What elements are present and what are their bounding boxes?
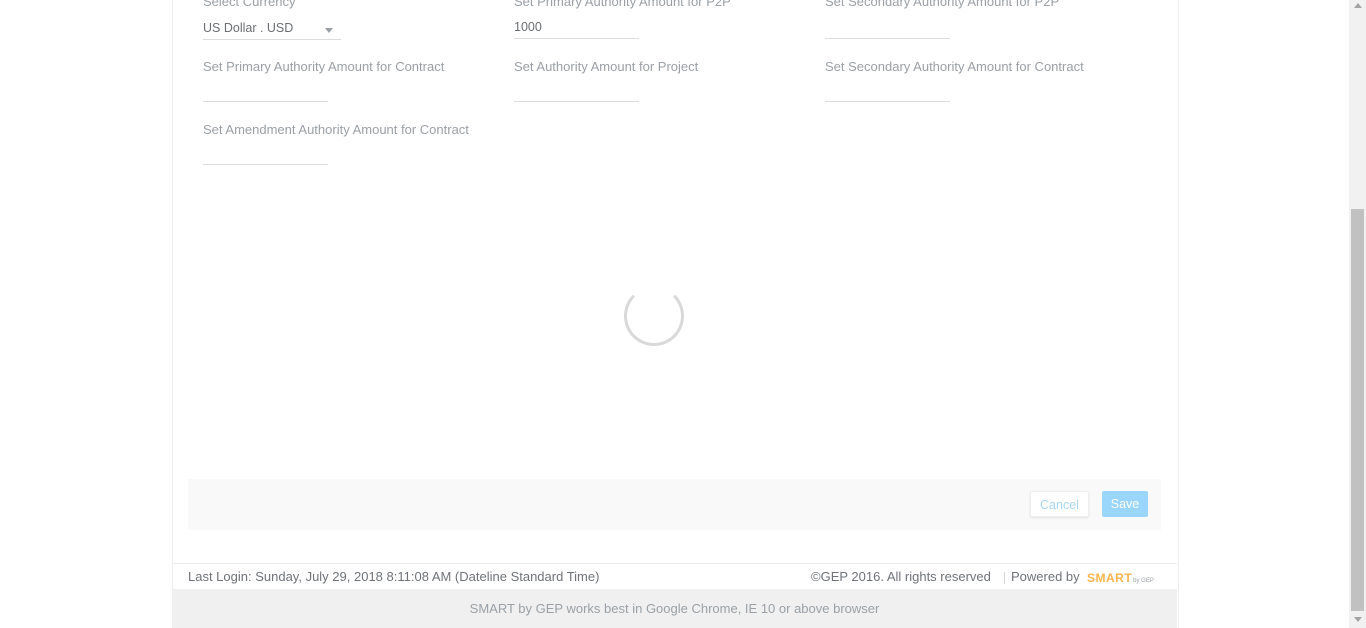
form-action-bar: [188, 479, 1161, 530]
primary-contract-field[interactable]: Set Primary Authority Amount for Contrac…: [203, 59, 463, 103]
powered-by-text: Powered by: [1011, 569, 1080, 584]
secondary-p2p-label: Set Secondary Authority Amount for P2P: [825, 0, 1060, 9]
scroll-up-arrow-icon[interactable]: [1354, 3, 1362, 8]
currency-underline: [203, 39, 341, 40]
footer-separator: [1004, 572, 1005, 584]
primary-p2p-input[interactable]: 1000: [514, 20, 542, 34]
save-button[interactable]: Save: [1102, 491, 1148, 517]
last-login-text: Last Login: Sunday, July 29, 2018 8:11:0…: [188, 569, 600, 584]
logo-by-gep-text: by GEP: [1133, 578, 1154, 584]
scrollbar-thumb[interactable]: [1351, 209, 1364, 611]
authority-project-label: Set Authority Amount for Project: [514, 59, 699, 74]
vertical-scrollbar[interactable]: [1349, 0, 1366, 628]
authority-project-field[interactable]: Set Authority Amount for Project: [514, 59, 734, 103]
cancel-button[interactable]: Cancel: [1030, 491, 1089, 517]
currency-select[interactable]: US Dollar . USD: [203, 21, 293, 35]
primary-contract-label: Set Primary Authority Amount for Contrac…: [203, 59, 445, 74]
secondary-p2p-field[interactable]: Set Secondary Authority Amount for P2P: [825, 0, 1065, 42]
copyright-text: ©GEP 2016. All rights reserved: [811, 569, 991, 584]
primary-p2p-field[interactable]: Set Primary Authority Amount for P2P 100…: [514, 0, 744, 42]
authority-project-underline: [514, 101, 639, 102]
secondary-contract-label: Set Secondary Authority Amount for Contr…: [825, 59, 1084, 74]
browser-support-note: SMART by GEP works best in Google Chrome…: [469, 601, 880, 616]
browser-support-bar: SMART by GEP works best in Google Chrome…: [172, 589, 1177, 628]
logo-smart-text: SMART: [1087, 571, 1133, 585]
amendment-contract-underline: [203, 164, 328, 165]
currency-field[interactable]: Select Currency US Dollar . USD: [203, 0, 343, 42]
primary-p2p-underline: [514, 38, 639, 39]
amendment-contract-label: Set Amendment Authority Amount for Contr…: [203, 122, 469, 137]
secondary-p2p-underline: [825, 38, 950, 39]
primary-contract-underline: [203, 101, 328, 102]
primary-p2p-label: Set Primary Authority Amount for P2P: [514, 0, 731, 9]
secondary-contract-field[interactable]: Set Secondary Authority Amount for Contr…: [825, 59, 1095, 103]
secondary-contract-underline: [825, 101, 950, 102]
chevron-down-icon[interactable]: [325, 28, 333, 33]
smart-by-gep-logo: SMARTby GEP: [1087, 569, 1154, 587]
loading-spinner-icon: [624, 286, 684, 346]
scroll-down-arrow-icon[interactable]: [1354, 617, 1362, 622]
footer-divider: [172, 563, 1177, 564]
currency-label: Select Currency: [203, 0, 296, 9]
amendment-contract-field[interactable]: Set Amendment Authority Amount for Contr…: [203, 122, 483, 166]
